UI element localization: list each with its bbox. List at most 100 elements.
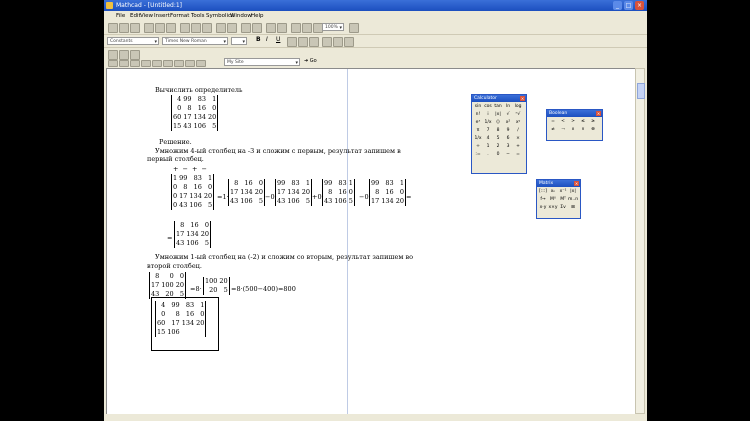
calculator-palette-key[interactable]: 0 [493, 151, 503, 159]
matrix-cell[interactable]: 20 [395, 197, 405, 206]
matrix-cell[interactable]: 0 [160, 272, 174, 281]
calculator-palette-key[interactable]: × [513, 135, 523, 143]
matrix-cell[interactable]: 99 [370, 179, 380, 188]
insert-function-icon[interactable] [266, 23, 276, 33]
matrix-cell[interactable]: 16 [185, 221, 199, 230]
matrix-cell[interactable]: 106 [166, 328, 180, 337]
boolean-palette-key[interactable]: ¬ [558, 126, 568, 134]
matrix-cell[interactable]: 0 [203, 183, 213, 192]
subscript-icon[interactable] [344, 37, 354, 47]
matrix-cell[interactable]: 17 [370, 197, 380, 206]
graph-toolbar-icon[interactable] [119, 50, 129, 60]
preview-icon[interactable] [155, 23, 165, 33]
matrix-cell[interactable]: 106 [185, 239, 199, 248]
matrix-cell[interactable]: 20 [218, 277, 228, 286]
matrix-palette-key[interactable]: ⊞ [568, 204, 578, 212]
minor-matrix-4[interactable]: 99 83 1 8 16 0 17 134 20 [369, 179, 406, 206]
matrix-palette[interactable]: Matrix × [:::] xₙ x⁻¹ |x| f→ M⁽⁾ Mᵀ m..n x·y x×y Σv… [536, 179, 581, 219]
calculator-palette-key[interactable]: + [513, 143, 523, 151]
matrix-cell[interactable]: 0 [254, 179, 264, 188]
menu-insert[interactable]: Insert [154, 11, 170, 21]
matrix-cell[interactable]: 60 [156, 319, 166, 328]
matrix-cell[interactable]: 16 [181, 310, 195, 319]
align-center-icon[interactable] [298, 37, 308, 47]
italic-button[interactable]: I [266, 36, 268, 43]
matrix-cell[interactable]: 5 [218, 286, 228, 295]
symbolic-toolbar-icon[interactable] [163, 60, 173, 67]
calculator-palette-key[interactable]: √ [503, 111, 513, 119]
matrix-cell[interactable]: 20 [195, 319, 205, 328]
matrix-cell[interactable]: 17 [150, 281, 160, 290]
matrix-cell[interactable]: 43 [276, 197, 286, 206]
calculator-palette-key[interactable]: 4 [483, 135, 493, 143]
close-icon[interactable]: × [520, 96, 525, 101]
matrix-cell[interactable]: 5 [203, 201, 213, 210]
matrix-cell[interactable]: 20 [203, 192, 213, 201]
calculator-palette-key[interactable]: |x| [493, 111, 503, 119]
calculus-toolbar-icon[interactable] [119, 60, 129, 67]
calculator-palette-key[interactable]: eˣ [473, 119, 483, 127]
calculator-palette-key[interactable]: 7 [483, 127, 493, 135]
matrix-cell[interactable]: 134 [185, 230, 199, 239]
matrix-palette-key[interactable]: Σv [558, 204, 568, 212]
help-icon[interactable] [349, 23, 359, 33]
matrix-palette-key[interactable]: f→ [538, 196, 548, 204]
zoom-select[interactable]: 100% ▾ [322, 23, 344, 31]
matrix-cell[interactable]: 17 [175, 230, 185, 239]
style-select[interactable]: Constants ▾ [107, 37, 159, 45]
matrix-palette-key[interactable]: x⁻¹ [558, 188, 568, 196]
matrix-cell[interactable]: 99 [178, 174, 188, 183]
matrix-cell[interactable]: 83 [181, 301, 195, 310]
insert-hyperlink-icon[interactable] [302, 23, 312, 33]
calculator-palette-key[interactable]: 1/x [483, 119, 493, 127]
boolean-palette-key[interactable]: ≠ [548, 126, 558, 134]
minimize-button[interactable]: _ [613, 1, 622, 10]
matrix-cell[interactable]: 106 [188, 201, 202, 210]
main-matrix[interactable]: 4 99 83 1 0 8 16 0 60 17 134 20 15 43 106 5 [171, 95, 219, 131]
menu-file[interactable]: File [116, 11, 125, 21]
matrix-cell[interactable]: 1 [195, 301, 205, 310]
matrix-cell[interactable]: 83 [286, 179, 300, 188]
matrix-cell[interactable]: 43 [182, 122, 192, 131]
matrix-cell[interactable]: 99 [276, 179, 286, 188]
matrix-cell[interactable]: 43 [229, 197, 239, 206]
matrix-edit-region[interactable]: 4 99 83 1 0 8 16 0 60 17 134 20 15 106 [151, 297, 219, 351]
close-button[interactable]: × [635, 1, 644, 10]
numbering-icon[interactable] [333, 37, 343, 47]
matrix-cell[interactable]: 20 [204, 286, 218, 295]
calculator-palette-key[interactable]: = [513, 151, 523, 159]
calculator-palette-key[interactable]: sin [473, 103, 483, 111]
calculator-palette-key[interactable]: 3 [503, 143, 513, 151]
matrix-cell[interactable]: 1 [301, 179, 311, 188]
close-icon[interactable]: × [574, 181, 579, 186]
matrix-cell[interactable] [195, 328, 205, 337]
matrix-cell[interactable]: 16 [239, 179, 253, 188]
boolean-palette-key[interactable]: ∨ [578, 126, 588, 134]
matrix-cell[interactable]: 106 [239, 197, 253, 206]
matrix-palette-key[interactable]: [:::] [538, 188, 548, 196]
matrix-cell[interactable]: 16 [380, 188, 394, 197]
calculator-palette-key[interactable]: xʸ [513, 119, 523, 127]
matrix-cell[interactable]: 134 [239, 188, 253, 197]
calculator-palette-key[interactable]: 1 [483, 143, 493, 151]
matrix-cell[interactable]: 0 [395, 188, 405, 197]
matrix-cell[interactable]: 0 [200, 221, 210, 230]
matrix-cell[interactable]: 0 [172, 104, 182, 113]
step2-matrix[interactable]: 8 0 0 17 100 20 43 20 5 [149, 272, 186, 299]
matrix-cell[interactable]: 83 [380, 179, 394, 188]
menu-help[interactable]: Help [251, 11, 264, 21]
go-button[interactable]: ➜ Go [304, 58, 317, 64]
matrix-cell[interactable]: 106 [193, 122, 207, 131]
underline-button[interactable]: U [276, 36, 280, 43]
matrix-cell[interactable]: 8 [229, 179, 239, 188]
matrix-cell[interactable]: 106 [333, 197, 347, 206]
boolean-palette[interactable]: Boolean × = < > ≤ ≥ ≠ ¬ ∧ ∨ ⊕ [546, 109, 603, 141]
matrix-cell[interactable]: 1 [395, 179, 405, 188]
matrix-cell[interactable]: 17 [166, 319, 180, 328]
step1-matrix[interactable]: 1 99 83 1 0 8 16 0 0 17 134 20 0 43 106 5 [171, 174, 215, 210]
matrix-cell[interactable]: 100 [160, 281, 174, 290]
matrix-cell[interactable]: 17 [182, 113, 192, 122]
calculator-palette-key[interactable]: . [483, 151, 493, 159]
matrix-palette-key[interactable]: xₙ [548, 188, 558, 196]
resource-select[interactable]: My Site ▾ [224, 58, 300, 66]
